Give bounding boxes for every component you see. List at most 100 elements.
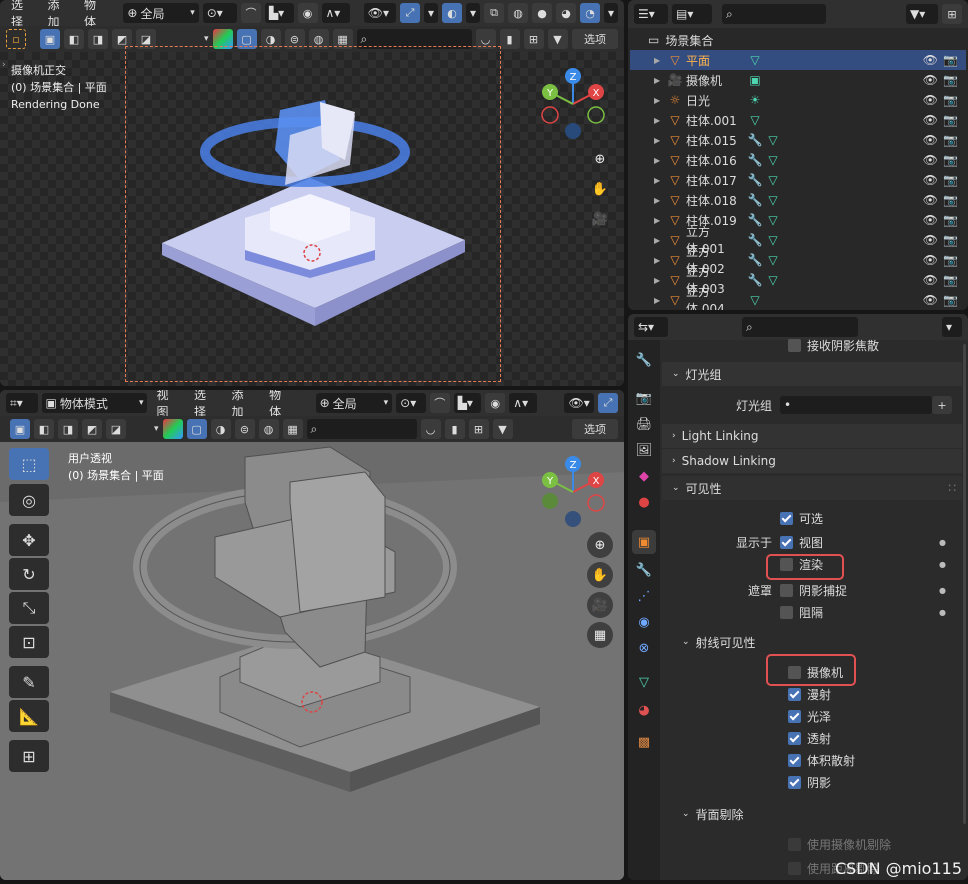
cursor-tool[interactable]: ◎ bbox=[9, 484, 49, 516]
render-camera-icon[interactable]: 📷 bbox=[943, 253, 958, 267]
move-tool[interactable]: ✥ bbox=[9, 524, 49, 556]
gizmo-toggle[interactable]: ⤢ bbox=[598, 393, 619, 413]
camera-view-icon[interactable]: 🎥 bbox=[587, 592, 613, 618]
xray-toggle[interactable]: ⧉ bbox=[484, 3, 505, 23]
shadow-catcher-row[interactable]: 阴影捕捉 bbox=[780, 581, 847, 599]
ray-volume-row[interactable]: 体积散射 bbox=[788, 751, 855, 769]
render-camera-icon[interactable]: 📷 bbox=[943, 73, 958, 87]
filter-camera-icon[interactable]: ⊜ bbox=[234, 419, 255, 439]
select-mode-subtract[interactable]: ◨ bbox=[58, 419, 78, 439]
ray-shadow-checkbox[interactable] bbox=[788, 775, 801, 789]
properties-editor[interactable]: ⇆▾ ⌕ ▾ 🔧 📷 🖨 🖼 ◆ ● ▣ 🔧 ⋰ ◉ ⊗ ▽ ◕ ▩ 接收阴影焦… bbox=[628, 314, 968, 880]
filter-world-icon[interactable]: ◍ bbox=[258, 419, 279, 439]
snap-target-dropdown[interactable]: ▙▾ bbox=[453, 393, 482, 413]
expand-arrow-icon[interactable]: ▶ bbox=[654, 76, 666, 85]
transform-orientation-dropdown[interactable]: ⊕ 全局 ▾ bbox=[315, 393, 393, 413]
light-group-panel-header[interactable]: ⌄ 灯光组 bbox=[662, 362, 962, 386]
outliner-row[interactable]: ▶ ▽ 平面 ▽ 👁 📷 bbox=[630, 50, 966, 70]
collection-row[interactable]: ▭ 场景集合 bbox=[630, 30, 966, 50]
object-name[interactable]: 平面 bbox=[686, 52, 746, 69]
holdout-checkbox[interactable] bbox=[780, 605, 793, 619]
ray-visibility-panel-header[interactable]: ⌄ 射线可见性 bbox=[672, 630, 962, 654]
navigation-gizmo[interactable]: Z X Y bbox=[536, 64, 610, 144]
options-button[interactable]: 选项 bbox=[572, 419, 618, 439]
falloff-dropdown[interactable]: ∧▾ bbox=[509, 393, 537, 413]
visibility-dropdown[interactable]: 👁▾ bbox=[564, 393, 595, 413]
snap-target-dropdown[interactable]: ▙▾ bbox=[264, 3, 294, 23]
render-camera-icon[interactable]: 📷 bbox=[943, 273, 958, 287]
outliner-search[interactable]: ⌕ bbox=[722, 4, 826, 24]
output-tab-icon[interactable]: 🖨 bbox=[632, 412, 656, 436]
visibility-dropdown[interactable]: 👁▾ bbox=[363, 3, 397, 23]
grid-view-icon[interactable]: ▦ bbox=[587, 622, 613, 648]
receive-caustics-row[interactable]: 接收阴影焦散 bbox=[788, 336, 879, 354]
shading-rendered[interactable]: ◔ bbox=[580, 3, 601, 23]
show-viewport-checkbox[interactable] bbox=[780, 535, 793, 549]
outliner-row[interactable]: ▶ ▽ 立方体.002 🔧 ▽ 👁 📷 bbox=[630, 245, 966, 276]
gizmo-toggle[interactable]: ⤢ bbox=[400, 3, 421, 23]
overlay-toggle[interactable]: ◐ bbox=[442, 3, 463, 23]
expand-arrow-icon[interactable]: ▶ bbox=[654, 196, 666, 205]
chevron-down-icon[interactable]: ▾ bbox=[204, 34, 209, 44]
editor-type-dropdown[interactable]: ⌗▾ bbox=[6, 393, 38, 413]
zoom-icon[interactable]: ⊕ bbox=[587, 532, 613, 558]
outliner-row[interactable]: ▶ ▽ 立方体.003 🔧 ▽ 👁 📷 bbox=[630, 265, 966, 296]
camera-cull-row[interactable]: 使用摄像机剔除 bbox=[788, 835, 891, 853]
light-group-field[interactable]: • bbox=[780, 396, 932, 414]
ray-diffuse-checkbox[interactable] bbox=[788, 687, 801, 701]
expand-arrow-icon[interactable]: ▶ bbox=[654, 96, 666, 105]
outliner-row[interactable]: ▶ ☼ 日光 ☀ 👁 📷 bbox=[630, 90, 966, 110]
proportional-edit-toggle[interactable]: ◉ bbox=[297, 3, 318, 23]
filter-all-icon[interactable] bbox=[162, 419, 183, 439]
render-tab-icon[interactable]: 📷 bbox=[632, 386, 656, 410]
visibility-panel-header[interactable]: ⌄ 可见性 ∷ bbox=[662, 476, 962, 500]
backface-culling-panel-header[interactable]: ⌄ 背面剔除 bbox=[672, 802, 962, 826]
shadow-linking-panel-header[interactable]: › Shadow Linking bbox=[662, 449, 962, 473]
keyframe-dot[interactable]: ● bbox=[939, 586, 946, 595]
render-camera-icon[interactable]: 📷 bbox=[943, 53, 958, 67]
snap-toggle[interactable]: ⌒ bbox=[240, 3, 261, 23]
funnel-icon[interactable]: ▼ bbox=[492, 419, 513, 439]
outliner-row[interactable]: ▶ 🎥 摄像机 ▣ 👁 📷 bbox=[630, 70, 966, 90]
pivot-dropdown[interactable]: ⊙▾ bbox=[396, 393, 426, 413]
expand-arrow-icon[interactable]: ▶ bbox=[654, 276, 666, 285]
hierarchy-icon[interactable]: ⊞ bbox=[468, 419, 489, 439]
select-mode-new[interactable]: ▣ bbox=[10, 419, 30, 439]
render-camera-icon[interactable]: 📷 bbox=[943, 233, 958, 247]
editor-type-dropdown[interactable]: ⇆▾ bbox=[634, 317, 668, 337]
ray-shadow-row[interactable]: 阴影 bbox=[788, 773, 831, 791]
object-name[interactable]: 摄像机 bbox=[686, 72, 746, 89]
holdout-row[interactable]: 阻隔 bbox=[780, 603, 823, 621]
ray-diffuse-row[interactable]: 漫射 bbox=[788, 685, 831, 703]
shading-wireframe[interactable]: ◍ bbox=[508, 3, 529, 23]
data-tab-icon[interactable]: ▽ bbox=[632, 670, 656, 694]
receive-caustics-checkbox[interactable] bbox=[788, 338, 801, 352]
object-name[interactable]: 柱体.001 bbox=[686, 112, 746, 129]
light-linking-panel-header[interactable]: › Light Linking bbox=[662, 424, 962, 448]
object-name[interactable]: 日光 bbox=[686, 92, 746, 109]
keyframe-dot[interactable]: ● bbox=[939, 560, 946, 569]
expand-arrow-icon[interactable]: ▶ bbox=[654, 156, 666, 165]
outliner-row[interactable]: ▶ ▽ 柱体.016 🔧 ▽ 👁 📷 bbox=[630, 150, 966, 170]
object-name[interactable]: 柱体.016 bbox=[686, 152, 746, 169]
scrollbar[interactable] bbox=[963, 344, 966, 824]
hierarchy-icon[interactable]: ⊞ bbox=[523, 29, 544, 49]
eye-icon[interactable]: 👁 bbox=[923, 133, 938, 147]
chevron-down-icon[interactable]: ▾ bbox=[154, 424, 159, 434]
overlay-dropdown[interactable]: ▾ bbox=[466, 3, 481, 23]
ray-glossy-checkbox[interactable] bbox=[788, 709, 801, 723]
constraints-tab-icon[interactable]: ⊗ bbox=[632, 636, 656, 660]
annotate-tool[interactable]: ✎ bbox=[9, 666, 49, 698]
gizmo-dropdown[interactable]: ▾ bbox=[424, 3, 439, 23]
pan-hand-icon[interactable]: ✋ bbox=[587, 176, 613, 202]
eye-icon[interactable]: 👁 bbox=[923, 213, 938, 227]
mode-dropdown[interactable]: ▣ 物体模式 ▾ bbox=[41, 393, 148, 413]
ray-transmission-checkbox[interactable] bbox=[788, 731, 801, 745]
expand-arrow-icon[interactable]: ▶ bbox=[654, 56, 666, 65]
ray-transmission-row[interactable]: 透射 bbox=[788, 729, 831, 747]
expand-arrow-icon[interactable]: ▶ bbox=[654, 176, 666, 185]
particles-tab-icon[interactable]: ⋰ bbox=[632, 584, 656, 608]
eye-icon[interactable]: 👁 bbox=[923, 53, 938, 67]
texture-tab-icon[interactable]: ▩ bbox=[632, 730, 656, 754]
eye-icon[interactable]: 👁 bbox=[923, 93, 938, 107]
